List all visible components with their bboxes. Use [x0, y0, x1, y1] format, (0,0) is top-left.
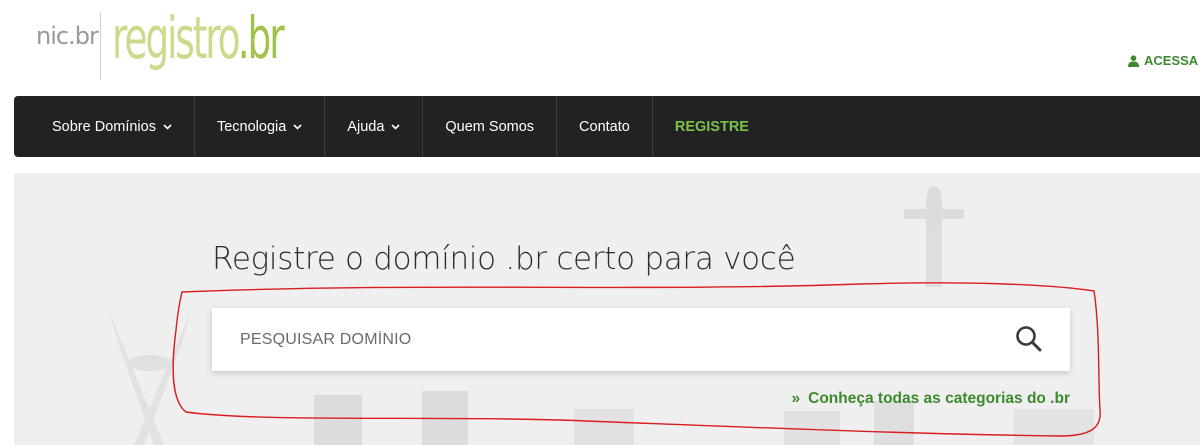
nav-item-sobre-dominios[interactable]: Sobre Domínios — [14, 96, 195, 157]
nav-item-tecnologia[interactable]: Tecnologia — [195, 96, 326, 157]
raquo-glyph: » — [791, 390, 801, 407]
nav-item-label: Ajuda — [347, 118, 385, 135]
main-navbar: Sobre Domínios Tecnologia Ajuda Quem Som… — [14, 96, 1200, 157]
nav-item-quem-somos[interactable]: Quem Somos — [423, 96, 558, 157]
domain-search-input[interactable] — [240, 319, 1000, 360]
nav-item-label: Sobre Domínios — [52, 118, 156, 135]
nav-item-ajuda[interactable]: Ajuda — [325, 96, 424, 157]
nav-item-label: Contato — [579, 118, 630, 135]
hero-search-section: Registre o domínio .br certo para você »… — [14, 173, 1200, 445]
logo-nic-text: nic — [36, 22, 69, 50]
access-account-link[interactable]: ACESSA — [1128, 53, 1198, 68]
domain-search-box — [212, 308, 1070, 371]
nav-item-registre[interactable]: REGISTRE — [653, 96, 771, 157]
nav-item-label: Quem Somos — [445, 118, 535, 135]
logo-registro-suffix: .br — [237, 4, 285, 72]
chevron-down-icon — [163, 123, 172, 130]
hero-title: Registre o domínio .br certo para você — [212, 241, 796, 277]
registro-br-logo[interactable]: registro.br — [112, 4, 285, 72]
nav-item-contato[interactable]: Contato — [557, 96, 653, 157]
logo-divider — [100, 12, 101, 80]
nav-item-label: REGISTRE — [674, 118, 749, 135]
access-label: ACESSA — [1144, 53, 1199, 68]
logo-registro-text: registro — [112, 4, 240, 72]
chevron-down-icon — [293, 123, 302, 130]
chevron-down-icon — [391, 123, 400, 130]
nav-item-label: Tecnologia — [216, 118, 287, 135]
nic-br-logo[interactable]: nic.br — [36, 22, 99, 50]
logo-nic-suffix: .br — [68, 22, 99, 50]
site-header: nic.br registro.br ACESSA — [0, 0, 1200, 96]
user-icon — [1128, 54, 1139, 67]
search-icon[interactable] — [1014, 324, 1044, 354]
all-categories-link[interactable]: » Conheça todas as categorias do .br — [792, 390, 1070, 408]
categories-link-text: Conheça todas as categorias do .br — [808, 390, 1070, 407]
